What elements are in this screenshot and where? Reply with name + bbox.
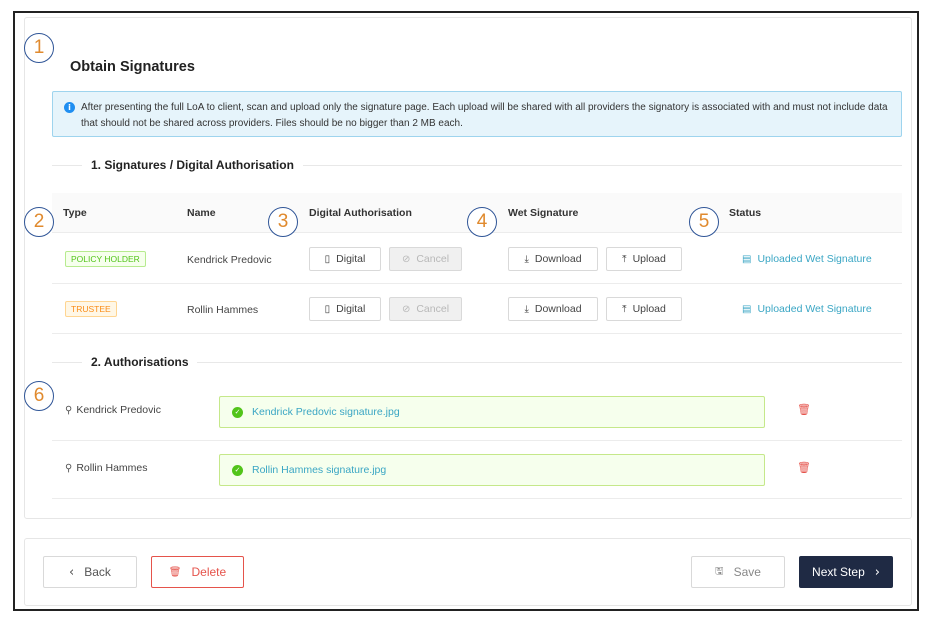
- back-button[interactable]: ‹ Back: [43, 556, 137, 588]
- file-icon: ▤: [742, 303, 752, 315]
- user-icon: ⚲: [65, 404, 73, 416]
- status-text: Uploaded Wet Signature: [757, 303, 872, 315]
- digital-button[interactable]: ▯ Digital: [309, 297, 381, 321]
- column-header-status: Status: [729, 207, 762, 219]
- user-icon: ⚲: [65, 462, 73, 474]
- file-name: Rollin Hammes signature.jpg: [252, 464, 387, 476]
- cancel-button-label: Cancel: [416, 253, 450, 265]
- type-badge: POLICY HOLDER: [65, 251, 146, 267]
- file-name: Kendrick Predovic signature.jpg: [252, 406, 400, 418]
- back-button-label: Back: [84, 565, 111, 579]
- check-circle-icon: ✓: [232, 464, 243, 476]
- table-row: POLICY HOLDER Kendrick Predovic ▯ Digital…: [52, 234, 902, 284]
- callout-badge: 1: [24, 33, 54, 63]
- upload-button-label: Upload: [632, 253, 666, 265]
- save-icon: 🖫: [715, 565, 724, 577]
- download-button[interactable]: ⤓ Download: [508, 297, 598, 321]
- chevron-left-icon: ‹: [69, 564, 75, 580]
- callout-badge: 4: [467, 207, 497, 237]
- authorisation-person: ⚲ Kendrick Predovic: [65, 404, 161, 416]
- section-title: 2. Authorisations: [91, 355, 189, 369]
- download-button[interactable]: ⤓ Download: [508, 247, 598, 271]
- section-title: 1. Signatures / Digital Authorisation: [91, 158, 294, 172]
- status-link[interactable]: ▤ Uploaded Wet Signature: [742, 303, 872, 315]
- digital-button-label: Digital: [336, 303, 366, 315]
- check-circle-icon: ✓: [232, 406, 243, 418]
- uploaded-file[interactable]: ✓ Rollin Hammes signature.jpg: [219, 454, 765, 486]
- section-authorisations-header: 2. Authorisations: [52, 355, 902, 369]
- person-name: Rollin Hammes: [76, 462, 148, 474]
- mobile-icon: ▯: [324, 253, 331, 265]
- column-header-name: Name: [187, 207, 216, 219]
- next-step-button[interactable]: Next Step ›: [799, 556, 893, 588]
- cancel-button[interactable]: ⊘ Cancel: [389, 247, 462, 271]
- page-title: Obtain Signatures: [70, 59, 195, 75]
- upload-button[interactable]: ⤒ Upload: [606, 247, 682, 271]
- trash-icon: 🗑: [168, 566, 182, 578]
- cancel-button[interactable]: ⊘ Cancel: [389, 297, 462, 321]
- delete-file-icon[interactable]: 🗑: [797, 403, 811, 416]
- next-step-button-label: Next Step: [812, 565, 865, 579]
- chevron-right-icon: ›: [874, 564, 880, 580]
- digital-button[interactable]: ▯ Digital: [309, 247, 381, 271]
- info-text: After presenting the full LoA to client,…: [81, 102, 888, 129]
- download-icon: ⤓: [524, 253, 529, 265]
- signatures-card: Obtain Signatures i After presenting the…: [24, 17, 912, 519]
- upload-button[interactable]: ⤒ Upload: [606, 297, 682, 321]
- delete-file-icon[interactable]: 🗑: [797, 461, 811, 474]
- status-link[interactable]: ▤ Uploaded Wet Signature: [742, 253, 872, 265]
- upload-icon: ⤒: [622, 303, 627, 315]
- mobile-icon: ▯: [324, 303, 331, 315]
- table-row: TRUSTEE Rollin Hammes ▯ Digital ⊘ Cancel ⤓…: [52, 284, 902, 334]
- uploaded-file[interactable]: ✓ Kendrick Predovic signature.jpg: [219, 396, 765, 428]
- save-button-label: Save: [733, 565, 761, 579]
- footer-actions: ‹ Back 🗑 Delete 🖫 Save Next Step ›: [24, 538, 912, 606]
- column-header-type: Type: [63, 207, 87, 219]
- callout-badge: 5: [689, 207, 719, 237]
- download-button-label: Download: [534, 303, 582, 315]
- signatory-name: Kendrick Predovic: [187, 254, 272, 266]
- download-button-label: Download: [534, 253, 582, 265]
- digital-button-label: Digital: [336, 253, 366, 265]
- upload-icon: ⤒: [622, 253, 627, 265]
- authorisation-person: ⚲ Rollin Hammes: [65, 462, 148, 474]
- cancel-button-label: Cancel: [416, 303, 450, 315]
- callout-badge: 6: [24, 381, 54, 411]
- callout-badge: 3: [268, 207, 298, 237]
- status-text: Uploaded Wet Signature: [757, 253, 872, 265]
- save-button[interactable]: 🖫 Save: [691, 556, 785, 588]
- app-frame: Obtain Signatures i After presenting the…: [13, 11, 919, 611]
- authorisation-row: ⚲ Kendrick Predovic ✓ Kendrick Predovic …: [52, 383, 902, 441]
- delete-button-label: Delete: [191, 565, 227, 579]
- section-signatures-header: 1. Signatures / Digital Authorisation: [52, 158, 902, 172]
- info-alert: i After presenting the full LoA to clien…: [52, 91, 902, 137]
- stop-icon: ⊘: [401, 303, 411, 315]
- signatory-name: Rollin Hammes: [187, 304, 259, 316]
- column-header-wet-signature: Wet Signature: [508, 207, 579, 219]
- delete-button[interactable]: 🗑 Delete: [151, 556, 244, 588]
- download-icon: ⤓: [524, 303, 529, 315]
- file-icon: ▤: [742, 253, 752, 265]
- type-badge: TRUSTEE: [65, 301, 117, 317]
- stop-icon: ⊘: [401, 253, 411, 265]
- person-name: Kendrick Predovic: [76, 404, 161, 416]
- column-header-digital: Digital Authorisation: [309, 207, 412, 219]
- callout-badge: 2: [24, 207, 54, 237]
- authorisation-row: ⚲ Rollin Hammes ✓ Rollin Hammes signatur…: [52, 441, 902, 499]
- upload-button-label: Upload: [632, 303, 666, 315]
- info-icon: i: [64, 102, 75, 113]
